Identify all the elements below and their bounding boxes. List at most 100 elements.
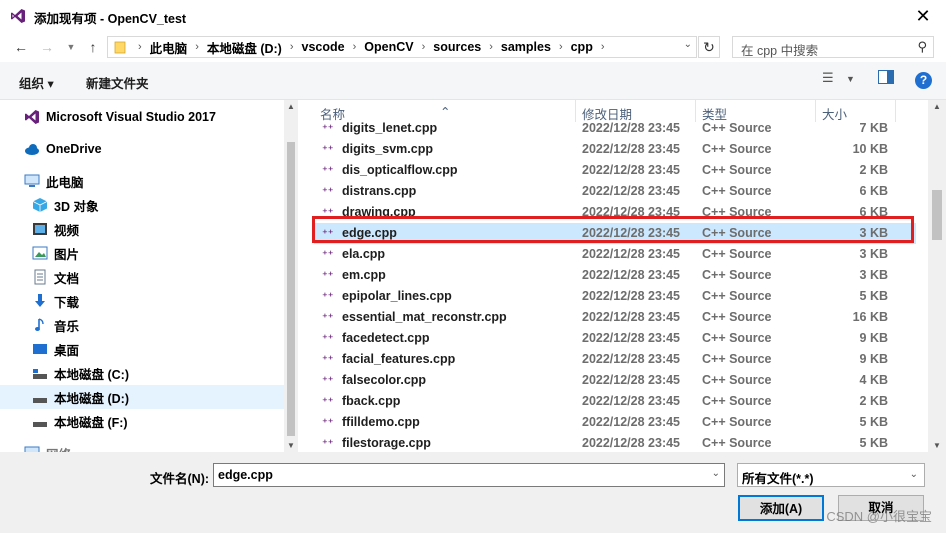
address-dropdown-icon[interactable]: ⌄ <box>684 39 692 50</box>
file-size: 3 KB <box>859 247 888 261</box>
file-row[interactable]: ⁺⁺ falsecolor.cpp 2022/12/28 23:45 C++ Sour… <box>314 370 916 391</box>
file-row[interactable]: ⁺⁺ em.cpp 2022/12/28 23:45 C++ Source 3 KB <box>314 265 916 286</box>
filename-input[interactable] <box>214 464 704 486</box>
file-name: fback.cpp <box>342 394 401 408</box>
crumb-vscode[interactable]: vscode <box>302 40 345 54</box>
crumb-cpp[interactable]: cpp <box>571 40 593 54</box>
cpp-file-icon: ⁺⁺ <box>322 375 334 387</box>
sidebar-scrollbar[interactable]: ▲ ▼ <box>284 100 298 452</box>
file-list-scrollbar-thumb[interactable] <box>932 190 942 240</box>
file-row[interactable]: ⁺⁺ distrans.cpp 2022/12/28 23:45 C++ Source… <box>314 181 916 202</box>
drive-icon <box>33 422 47 427</box>
sidebar-item-desktop[interactable]: 桌面 <box>0 337 284 361</box>
pictures-icon <box>32 246 48 260</box>
cpp-file-icon: ⁺⁺ <box>322 123 334 135</box>
file-row[interactable]: ⁺⁺ digits_lenet.cpp 2022/12/28 23:45 C++ So… <box>314 118 916 139</box>
scroll-down-icon[interactable]: ▼ <box>287 441 295 450</box>
add-button[interactable]: 添加(A) <box>738 495 824 521</box>
crumb-this-pc[interactable]: 此电脑 <box>150 38 188 57</box>
sidebar-item-network[interactable]: 网络 <box>0 441 284 452</box>
file-type: C++ Source <box>702 373 772 387</box>
file-size: 10 KB <box>852 142 888 156</box>
help-icon[interactable]: ? <box>915 72 932 89</box>
file-size: 3 KB <box>859 268 888 282</box>
title-bar: 添加现有项 - OpenCV_test ✕ <box>0 0 946 32</box>
watermark: CSDN @小很宝宝 <box>826 509 932 524</box>
search-input[interactable]: 在 cpp 中搜索 ⚲ <box>732 36 934 58</box>
view-dropdown-icon[interactable]: ▼ <box>846 74 855 84</box>
file-row[interactable]: ⁺⁺ epipolar_lines.cpp 2022/12/28 23:45 C++ … <box>314 286 916 307</box>
file-row[interactable]: ⁺⁺ facial_features.cpp 2022/12/28 23:45 C++… <box>314 349 916 370</box>
sort-up-icon: ⌃ <box>440 105 451 119</box>
scroll-up-icon[interactable]: ▲ <box>287 102 295 111</box>
window-title: 添加现有项 - OpenCV_test <box>34 12 187 26</box>
file-row[interactable]: ⁺⁺ dis_opticalflow.cpp 2022/12/28 23:45 C++… <box>314 160 916 181</box>
file-list-scrollbar[interactable]: ▲ ▼ <box>928 100 946 452</box>
highlight-box <box>312 216 914 243</box>
file-size: 2 KB <box>859 394 888 408</box>
file-row[interactable]: ⁺⁺ ela.cpp 2022/12/28 23:45 C++ Source 3 KB <box>314 244 916 265</box>
file-name: essential_mat_reconstr.cpp <box>342 310 507 324</box>
recent-dropdown-icon[interactable]: ▼ <box>62 38 80 56</box>
sidebar-item-onedrive[interactable]: OneDrive <box>0 137 284 161</box>
chevron-down-icon[interactable]: ⌄ <box>712 468 720 479</box>
file-row[interactable]: ⁺⁺ essential_mat_reconstr.cpp 2022/12/28 2… <box>314 307 916 328</box>
sidebar-item-documents[interactable]: 文档 <box>0 265 284 289</box>
view-options-icon[interactable]: ☰ <box>822 70 834 86</box>
file-name: ela.cpp <box>342 247 386 261</box>
file-date: 2022/12/28 23:45 <box>582 394 681 408</box>
file-date: 2022/12/28 23:45 <box>582 247 681 261</box>
folder-icon <box>114 41 126 54</box>
filetype-select[interactable]: 所有文件(*.*) ⌄ <box>737 463 925 487</box>
file-name: filestorage.cpp <box>342 436 431 450</box>
sidebar-item-downloads[interactable]: 下载 <box>0 289 284 313</box>
file-row[interactable]: ⁺⁺ ffilldemo.cpp 2022/12/28 23:45 C++ Sourc… <box>314 412 916 433</box>
cpp-file-icon: ⁺⁺ <box>322 417 334 429</box>
file-date: 2022/12/28 23:45 <box>582 310 681 324</box>
address-row: ← → ▼ ↑ › 此电脑 › 本地磁盘 (D:) › vscode › Ope… <box>0 32 946 62</box>
sidebar-item-visual-studio[interactable]: Microsoft Visual Studio 2017 <box>0 105 284 129</box>
close-button[interactable]: ✕ <box>910 4 936 28</box>
file-date: 2022/12/28 23:45 <box>582 142 681 156</box>
new-folder-button[interactable]: 新建文件夹 <box>86 73 149 92</box>
address-bar[interactable]: › 此电脑 › 本地磁盘 (D:) › vscode › OpenCV › so… <box>107 36 697 58</box>
up-arrow-icon[interactable]: ↑ <box>84 38 102 56</box>
file-row[interactable]: ⁺⁺ fback.cpp 2022/12/28 23:45 C++ Source 2 K… <box>314 391 916 412</box>
crumb-drive-d[interactable]: 本地磁盘 (D:) <box>207 38 282 57</box>
file-date: 2022/12/28 23:45 <box>582 436 681 450</box>
file-type: C++ Source <box>702 394 772 408</box>
sidebar-item-drive-d[interactable]: 本地磁盘 (D:) <box>0 385 284 409</box>
refresh-icon[interactable]: ↻ <box>698 36 720 58</box>
file-row[interactable]: ⁺⁺ facedetect.cpp 2022/12/28 23:45 C++ Sour… <box>314 328 916 349</box>
sidebar-item-this-pc[interactable]: 此电脑 <box>0 169 284 193</box>
file-date: 2022/12/28 23:45 <box>582 331 681 345</box>
cpp-file-icon: ⁺⁺ <box>322 333 334 345</box>
crumb-opencv[interactable]: OpenCV <box>364 40 413 54</box>
sidebar-item-3d-objects[interactable]: 3D 对象 <box>0 193 284 217</box>
crumb-samples[interactable]: samples <box>501 40 551 54</box>
sidebar-scrollbar-thumb[interactable] <box>287 142 295 436</box>
file-date: 2022/12/28 23:45 <box>582 289 681 303</box>
sidebar-item-pictures[interactable]: 图片 <box>0 241 284 265</box>
scroll-up-icon[interactable]: ▲ <box>933 102 941 111</box>
forward-arrow-icon[interactable]: → <box>38 38 56 56</box>
command-bar: 组织 ▾ 新建文件夹 ☰ ▼ ? <box>0 62 946 100</box>
file-size: 4 KB <box>859 373 888 387</box>
filename-field[interactable]: ⌄ <box>213 463 725 487</box>
preview-pane-icon[interactable] <box>878 70 894 87</box>
file-row[interactable]: ⁺⁺ digits_svm.cpp 2022/12/28 23:45 C++ Sour… <box>314 139 916 160</box>
sidebar-item-videos[interactable]: 视频 <box>0 217 284 241</box>
sidebar-item-drive-c[interactable]: 本地磁盘 (C:) <box>0 361 284 385</box>
crumb-sources[interactable]: sources <box>433 40 481 54</box>
back-arrow-icon[interactable]: ← <box>12 38 30 56</box>
drive-icon <box>33 398 47 403</box>
file-row[interactable]: ⁺⁺ filestorage.cpp 2022/12/28 23:45 C++ Sou… <box>314 433 916 452</box>
file-date: 2022/12/28 23:45 <box>582 352 681 366</box>
file-size: 16 KB <box>852 310 888 324</box>
file-date: 2022/12/28 23:45 <box>582 268 681 282</box>
sidebar-item-music[interactable]: 音乐 <box>0 313 284 337</box>
scroll-down-icon[interactable]: ▼ <box>933 441 941 450</box>
sidebar-item-drive-f[interactable]: 本地磁盘 (F:) <box>0 409 284 433</box>
file-name: digits_lenet.cpp <box>342 121 438 135</box>
organize-button[interactable]: 组织 ▾ <box>19 73 54 92</box>
